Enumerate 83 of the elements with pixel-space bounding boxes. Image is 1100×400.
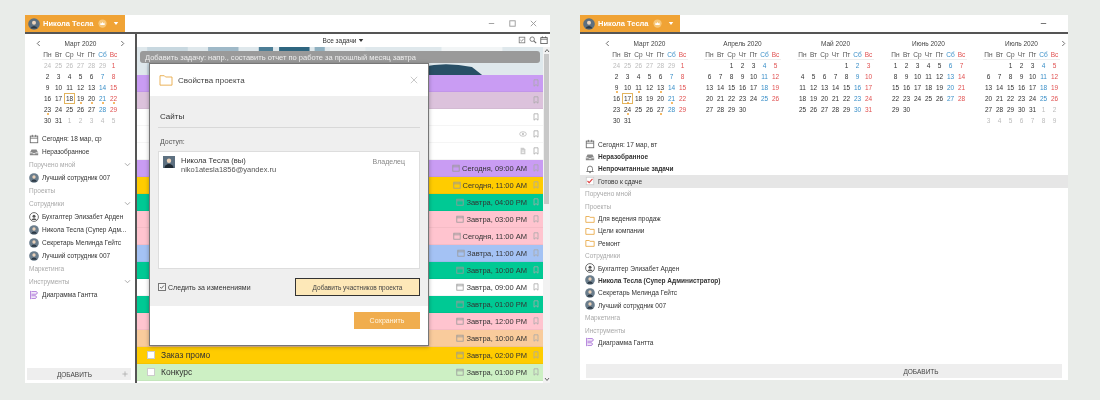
calendar-icon bbox=[456, 300, 465, 308]
task-title: Заказ промо bbox=[161, 350, 211, 360]
avatar-icon bbox=[28, 17, 40, 30]
gantt-icon bbox=[585, 337, 595, 348]
bookmark-icon[interactable] bbox=[532, 351, 540, 359]
calendar-icon bbox=[456, 368, 465, 376]
close-icon[interactable] bbox=[410, 76, 418, 84]
calendar-icon bbox=[456, 351, 465, 359]
avatar-icon bbox=[29, 250, 39, 261]
task-checkbox[interactable] bbox=[147, 368, 155, 376]
avatar-icon bbox=[163, 156, 175, 168]
user-icon bbox=[585, 263, 595, 274]
folder-icon bbox=[585, 238, 595, 249]
user-icon bbox=[29, 211, 39, 222]
chevron-icon[interactable] bbox=[124, 279, 131, 284]
avatar-icon bbox=[29, 237, 39, 248]
avatar-icon bbox=[29, 172, 39, 183]
calendar-icon bbox=[456, 317, 465, 325]
calendar-icon bbox=[456, 266, 465, 274]
bookmark-icon[interactable] bbox=[532, 215, 540, 223]
task-checkbox[interactable] bbox=[147, 351, 155, 359]
avatar-icon bbox=[29, 224, 39, 235]
bookmark-icon[interactable] bbox=[532, 198, 540, 206]
crown-icon bbox=[653, 19, 663, 28]
calendar-icon bbox=[452, 232, 461, 240]
scroll-down-icon[interactable] bbox=[543, 377, 550, 382]
avatar-icon bbox=[585, 287, 595, 298]
calendar-icon bbox=[456, 198, 465, 206]
avatar-icon bbox=[583, 17, 595, 30]
bookmark-icon[interactable] bbox=[532, 300, 540, 308]
bookmark-icon[interactable] bbox=[532, 147, 540, 155]
bookmark-icon[interactable] bbox=[532, 79, 540, 87]
scroll-up-icon[interactable] bbox=[543, 48, 550, 53]
bookmark-icon[interactable] bbox=[532, 130, 540, 138]
calendar-icon bbox=[456, 334, 465, 342]
bookmark-icon[interactable] bbox=[532, 181, 540, 189]
bell-icon bbox=[585, 163, 595, 174]
plus-icon[interactable] bbox=[122, 371, 128, 377]
calendar-icon bbox=[456, 283, 465, 291]
bookmark-icon[interactable] bbox=[532, 266, 540, 274]
next-icon[interactable] bbox=[1061, 39, 1066, 47]
task-title: Конкурс bbox=[161, 367, 193, 377]
eye-icon bbox=[519, 130, 527, 138]
gantt-icon bbox=[29, 289, 39, 300]
next-icon[interactable] bbox=[120, 39, 125, 47]
search-icon[interactable] bbox=[529, 36, 537, 44]
caret-icon bbox=[358, 38, 365, 43]
maximize-icon[interactable] bbox=[508, 19, 517, 28]
document-icon bbox=[519, 147, 527, 155]
bookmark-icon[interactable] bbox=[532, 249, 540, 257]
avatar-icon bbox=[585, 300, 595, 311]
scrollbar[interactable] bbox=[543, 47, 550, 383]
bookmark-icon[interactable] bbox=[532, 96, 540, 104]
bookmark-icon[interactable] bbox=[532, 232, 540, 240]
bookmark-icon[interactable] bbox=[532, 368, 540, 376]
dialog-title: Свойства проекта bbox=[178, 75, 245, 85]
checkbox[interactable] bbox=[158, 283, 166, 291]
bookmark-icon[interactable] bbox=[532, 317, 540, 325]
caret-icon bbox=[668, 21, 675, 26]
calendar-icon bbox=[456, 215, 465, 223]
bookmark-icon[interactable] bbox=[532, 283, 540, 291]
checkbox-icon[interactable] bbox=[518, 36, 526, 44]
avatar-icon bbox=[585, 275, 595, 286]
project-name-field[interactable]: Сайты bbox=[158, 104, 420, 128]
calendar-icon[interactable] bbox=[540, 36, 548, 44]
calendar-icon bbox=[29, 133, 39, 144]
crown-icon bbox=[98, 19, 108, 28]
bookmark-icon[interactable] bbox=[532, 164, 540, 172]
calendar-icon bbox=[585, 139, 595, 150]
bookmark-icon[interactable] bbox=[532, 113, 540, 121]
folder-icon bbox=[585, 213, 595, 224]
calendar-icon bbox=[452, 181, 461, 189]
bookmark-icon[interactable] bbox=[532, 334, 540, 342]
close-icon[interactable] bbox=[529, 19, 538, 28]
calendar-icon bbox=[457, 249, 465, 257]
calendar-icon bbox=[452, 164, 460, 172]
chevron-icon[interactable] bbox=[124, 201, 131, 206]
previous-icon[interactable] bbox=[36, 39, 41, 47]
chevron-icon[interactable] bbox=[124, 162, 131, 167]
folder-icon bbox=[585, 225, 595, 236]
previous-icon[interactable] bbox=[605, 39, 610, 47]
check-icon bbox=[585, 176, 595, 187]
caret-icon bbox=[113, 21, 120, 26]
